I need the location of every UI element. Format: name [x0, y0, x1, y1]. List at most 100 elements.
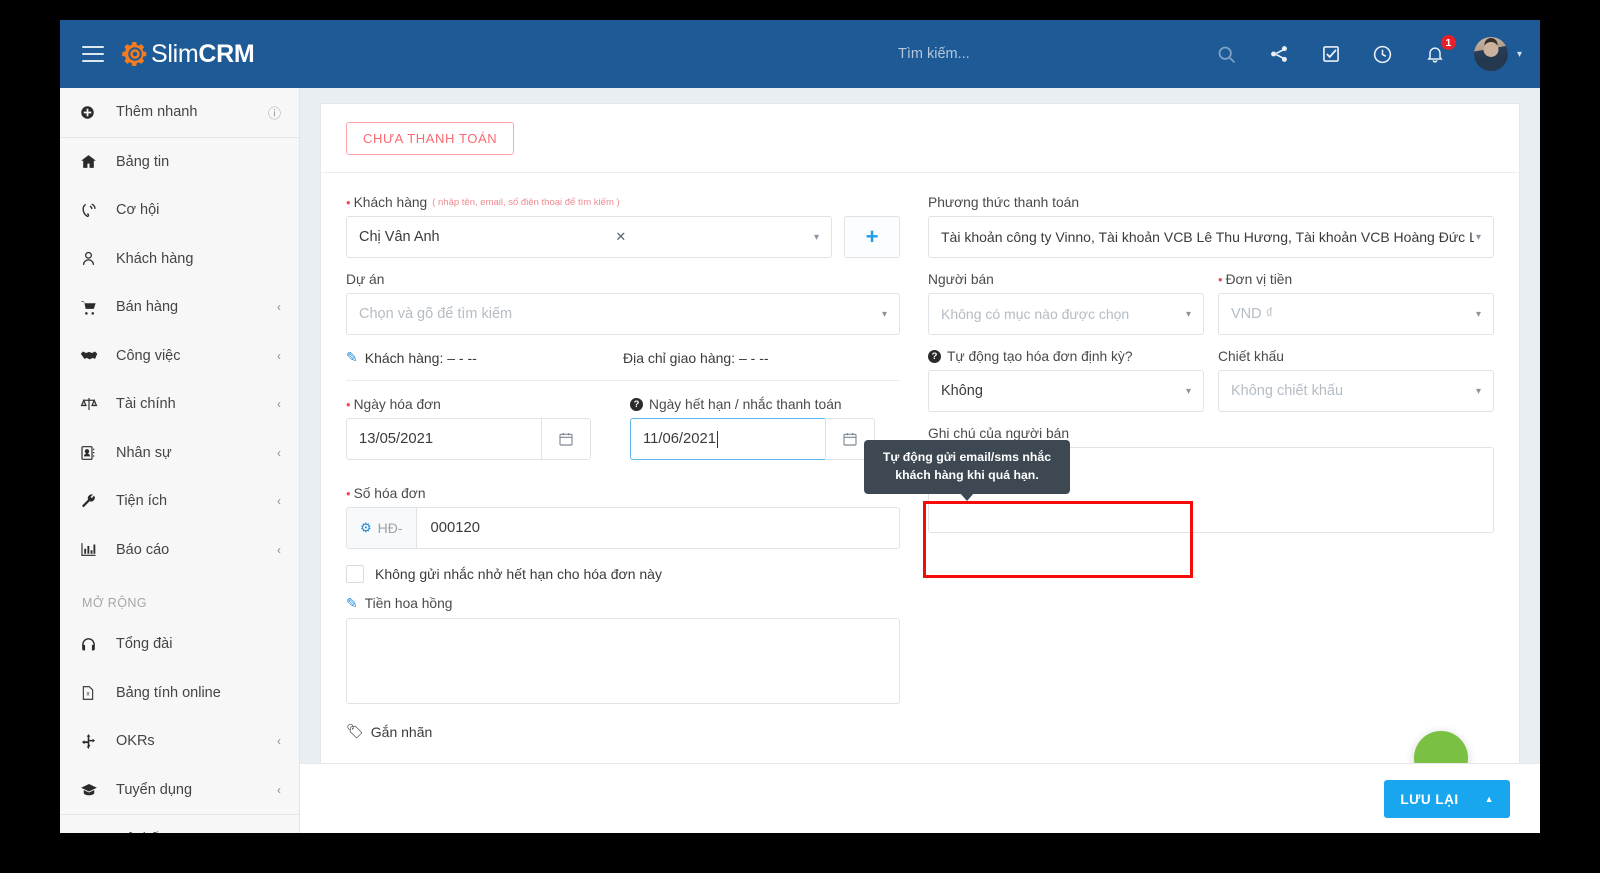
discount-select[interactable]: Không chiết khấu ▾ — [1218, 370, 1494, 412]
due-date-tooltip: Tự động gửi email/sms nhắc khách hàng kh… — [864, 440, 1070, 494]
status-section: CHƯA THANH TOÁN — [321, 104, 1519, 155]
sidebar-item-khach-hang[interactable]: Khách hàng — [60, 235, 299, 284]
sidebar: Thêm nhanh ⓘ Bảng tin Cơ hội Khách hàng — [60, 88, 300, 833]
sidebar-item-ban-hang[interactable]: Bán hàng ‹ — [60, 283, 299, 332]
payment-method-select[interactable]: Tài khoản công ty Vinno, Tài khoản VCB L… — [928, 216, 1494, 258]
tags-label: Gắn nhãn — [370, 723, 433, 740]
due-date-value: 11/06/2021 — [643, 431, 716, 447]
caret-up-icon[interactable]: ▲ — [1485, 794, 1494, 804]
chevron-down-icon-recurring[interactable]: ▾ — [1186, 386, 1191, 397]
label-recurring: ? Tự động tạo hóa đơn định kỳ? — [928, 349, 1204, 364]
sidebar-label-8: Báo cáo — [116, 541, 170, 558]
search-input[interactable] — [898, 46, 1138, 62]
sidebar-item-bang-tinh-online[interactable]: x Bảng tính online — [60, 669, 299, 718]
commission-textarea[interactable] — [346, 618, 900, 704]
chevron-down-icon-currency[interactable]: ▾ — [1476, 309, 1481, 320]
save-button[interactable]: LƯU LẠI ▲ — [1384, 780, 1510, 818]
chevron-down-icon-project[interactable]: ▾ — [882, 309, 887, 320]
label-customer: • Khách hàng ( nhập tên, email, số điện … — [346, 195, 900, 210]
help-icon[interactable]: ⓘ — [268, 103, 281, 122]
sidebar-item-nhan-su[interactable]: Nhân sự ‹ — [60, 429, 299, 478]
scales-icon — [80, 395, 106, 413]
sidebar-item-co-hoi[interactable]: Cơ hội — [60, 186, 299, 235]
share-icon[interactable] — [1266, 41, 1292, 67]
currency-select[interactable]: VND ₫ ▾ — [1218, 293, 1494, 335]
seller-select[interactable]: Không có mục nào được chọn ▾ — [928, 293, 1204, 335]
invoice-number-input[interactable]: 000120 — [415, 507, 900, 549]
invoice-date-control: 13/05/2021 — [346, 418, 591, 460]
bell-icon[interactable]: 1 — [1422, 34, 1457, 67]
hint-customer: ( nhập tên, email, số điện thoại để tìm … — [432, 197, 620, 208]
form-divider — [346, 380, 900, 381]
svg-text:x: x — [87, 691, 90, 697]
sidebar-label-4: Công việc — [116, 347, 181, 364]
sidebar-item-bao-cao[interactable]: Báo cáo ‹ — [60, 526, 299, 575]
currency-placeholder: VND ₫ — [1231, 306, 1274, 322]
sidebar-item-bang-tin[interactable]: Bảng tin — [60, 138, 299, 187]
plus-circle-icon — [80, 105, 106, 120]
seller-currency-row: Người bán Không có mục nào được chọn ▾ •… — [928, 272, 1494, 349]
label-currency: • Đơn vị tiền — [1218, 272, 1494, 287]
project-select[interactable]: Chọn và gõ để tìm kiếm ▾ — [346, 293, 900, 335]
label-commission: ✎ Tiền hoa hồng — [346, 595, 900, 612]
label-invoice-number-text: Số hóa đơn — [353, 486, 426, 501]
sidebar-item-tong-dai[interactable]: Tổng đài — [60, 620, 299, 669]
target-icon — [80, 733, 106, 750]
chevron-down-icon-discount[interactable]: ▾ — [1476, 386, 1481, 397]
sidebar-item-he-thong[interactable]: Hệ thống — [60, 815, 299, 833]
required-marker-currency: • — [1218, 272, 1223, 287]
sidebar-group-label: MỞ RỘNG — [82, 596, 147, 610]
no-reminder-checkbox[interactable] — [346, 565, 364, 583]
chevron-down-icon-customer[interactable]: ▾ — [814, 232, 819, 243]
recurring-select[interactable]: Không ▾ — [928, 370, 1204, 412]
sidebar-item-tai-chinh[interactable]: Tài chính ‹ — [60, 380, 299, 429]
clock-icon[interactable] — [1370, 41, 1396, 67]
question-icon-due-date[interactable]: ? — [630, 398, 643, 411]
menu-icon[interactable] — [82, 46, 104, 62]
search-icon[interactable] — [1214, 41, 1240, 67]
brand-logo[interactable]: SlimCRM — [120, 39, 255, 69]
tasks-icon[interactable] — [1318, 41, 1344, 67]
brand-bold: CRM — [198, 39, 255, 68]
invoice-number-prefix[interactable]: ⚙ HĐ- — [346, 507, 416, 549]
top-header: SlimCRM Tìm kiếm... 1 ▾ — [60, 20, 1540, 88]
calendar-icon-invoice[interactable] — [541, 418, 591, 460]
sidebar-item-okrs[interactable]: OKRs ‹ — [60, 717, 299, 766]
chevron-down-icon[interactable]: ▾ — [1517, 49, 1522, 60]
chevron-left-icon-e2: ‹ — [277, 734, 281, 749]
info-shipping-text: Địa chỉ giao hàng: – - -- — [623, 349, 769, 366]
invoice-date-input[interactable]: 13/05/2021 — [346, 418, 541, 460]
field-seller: Người bán Không có mục nào được chọn ▾ — [928, 272, 1204, 335]
due-date-input[interactable]: 11/06/2021 — [630, 418, 825, 460]
sidebar-item-tuyen-dung[interactable]: Tuyển dụng ‹ — [60, 766, 299, 815]
sidebar-item-quick-add[interactable]: Thêm nhanh ⓘ — [60, 88, 299, 137]
sidebar-label-5: Tài chính — [116, 396, 176, 413]
chevron-down-icon-payment[interactable]: ▾ — [1476, 232, 1481, 243]
clear-icon[interactable]: ✕ — [615, 229, 638, 245]
customer-select[interactable]: Chị Vân Anh ✕ ▾ — [346, 216, 832, 258]
field-recurring: ? Tự động tạo hóa đơn định kỳ? Không ▾ — [928, 349, 1204, 412]
seller-placeholder: Không có mục nào được chọn — [941, 306, 1130, 322]
customer-select-row: Chị Vân Anh ✕ ▾ + — [346, 216, 900, 258]
recurring-discount-row: ? Tự động tạo hóa đơn định kỳ? Không ▾ C… — [928, 349, 1494, 426]
avatar[interactable] — [1473, 37, 1508, 71]
question-icon-recurring[interactable]: ? — [928, 350, 941, 363]
edit-icon-commission[interactable]: ✎ — [346, 595, 358, 612]
sidebar-item-cong-viec[interactable]: Công việc ‹ — [60, 332, 299, 381]
chevron-left-icon-3: ‹ — [277, 300, 281, 315]
headset-icon — [80, 636, 106, 653]
no-reminder-checkbox-row[interactable]: Không gửi nhắc nhở hết hạn cho hóa đơn n… — [346, 565, 900, 583]
add-customer-button[interactable]: + — [844, 216, 900, 258]
chevron-down-icon-seller[interactable]: ▾ — [1186, 309, 1191, 320]
graduation-icon — [80, 781, 106, 799]
tags-row[interactable]: 🏷 Gắn nhãn — [346, 723, 900, 740]
sidebar-item-tien-ich[interactable]: Tiện ích ‹ — [60, 477, 299, 526]
edit-icon-customer[interactable]: ✎ — [346, 349, 358, 366]
field-invoice-date: • Ngày hóa đơn 13/05/2021 — [346, 397, 616, 460]
field-discount: Chiết khấu Không chiết khấu ▾ — [1218, 349, 1494, 412]
label-due-date-text: Ngày hết hạn / nhắc thanh toán — [649, 397, 842, 412]
sidebar-ext-label-3: Tuyển dụng — [116, 781, 193, 798]
status-badge[interactable]: CHƯA THANH TOÁN — [346, 122, 515, 155]
chevron-left-icon-e3: ‹ — [277, 782, 281, 797]
tag-icon: 🏷 — [346, 723, 364, 739]
